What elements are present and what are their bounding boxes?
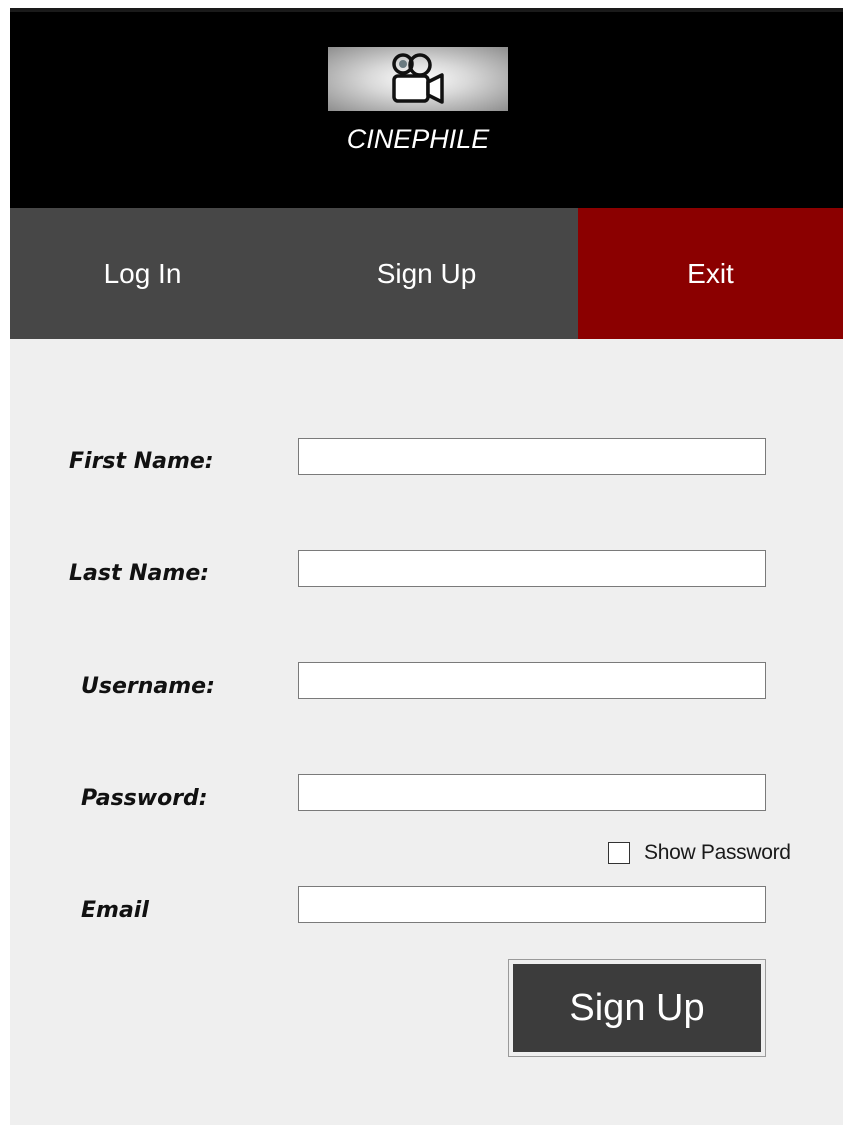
main-nav: Log In Sign Up Exit — [10, 208, 843, 339]
nav-signup-button[interactable]: Sign Up — [275, 208, 578, 339]
nav-exit-button[interactable]: Exit — [578, 208, 843, 339]
last-name-field[interactable] — [298, 550, 766, 587]
password-field[interactable] — [298, 774, 766, 811]
app-logo — [328, 47, 508, 111]
username-label: Username: — [81, 674, 215, 699]
password-label: Password: — [81, 786, 208, 811]
video-camera-icon — [392, 53, 444, 104]
nav-login-button[interactable]: Log In — [10, 208, 275, 339]
email-label: Email — [81, 898, 149, 923]
show-password-checkbox[interactable] — [608, 842, 630, 864]
signup-submit-frame: Sign Up — [508, 959, 766, 1057]
last-name-label: Last Name: — [69, 561, 210, 586]
signup-submit-button[interactable]: Sign Up — [513, 964, 761, 1052]
app-brand-name: CINEPHILE — [346, 124, 490, 154]
username-field[interactable] — [298, 662, 766, 699]
first-name-field[interactable] — [298, 438, 766, 475]
email-field[interactable] — [298, 886, 766, 923]
show-password-label[interactable]: Show Password — [644, 841, 791, 865]
signup-window: CINEPHILE Log In Sign Up Exit First Name… — [10, 8, 843, 1125]
app-header: CINEPHILE — [10, 12, 843, 208]
first-name-label: First Name: — [69, 449, 214, 474]
